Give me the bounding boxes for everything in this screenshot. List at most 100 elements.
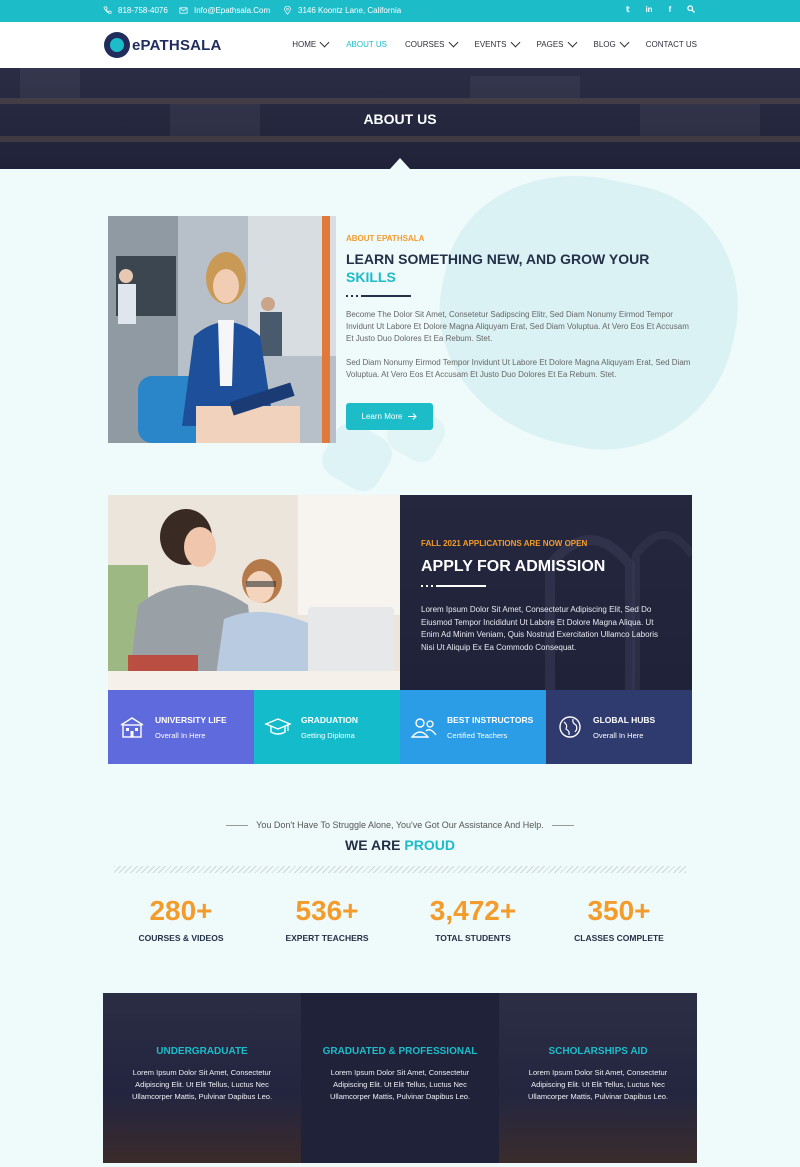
stat-teachers: 536+ EXPERT TEACHERS bbox=[252, 895, 402, 943]
chevron-down-icon bbox=[319, 37, 330, 48]
proud-subtitle-text: You Don't Have To Struggle Alone, You've… bbox=[256, 820, 544, 830]
nav-about-us[interactable]: ABOUT US bbox=[346, 40, 387, 49]
program-scholarships-aid[interactable]: SCHOLARSHIPS AID Lorem Ipsum Dolor Sit A… bbox=[499, 993, 697, 1163]
nav-courses-label: COURSES bbox=[404, 40, 445, 49]
site-logo[interactable]: ePATHSALA bbox=[104, 32, 222, 58]
stat-label: EXPERT TEACHERS bbox=[285, 933, 369, 943]
about-heading: LEARN SOMETHING NEW, AND GROW YOUR SKILL… bbox=[346, 250, 686, 286]
nav-home[interactable]: HOME bbox=[292, 37, 330, 49]
nav-courses[interactable]: COURSES bbox=[404, 37, 458, 49]
twitter-icon[interactable]: 𝕥 bbox=[623, 5, 633, 15]
feature-subtitle: Getting Diploma bbox=[301, 730, 355, 740]
stat-label: COURSES & VIDEOS bbox=[138, 933, 224, 943]
stat-number: 536+ bbox=[295, 895, 359, 926]
phone-icon bbox=[103, 6, 112, 14]
nav-about-us-label: ABOUT US bbox=[346, 40, 387, 49]
about-paragraph-2: Sed Diam Nonumy Eirmod Tempor Invidunt U… bbox=[346, 358, 691, 379]
teacher-illustration bbox=[108, 216, 336, 443]
proud-subtitle: You Don't Have To Struggle Alone, You've… bbox=[0, 820, 800, 830]
phone-contact[interactable]: 818-758-4076 bbox=[103, 6, 168, 15]
admission-divider-line bbox=[436, 585, 486, 587]
social-links: 𝕥 in f bbox=[623, 5, 696, 15]
nav-blog[interactable]: BLOG bbox=[593, 37, 630, 49]
program-text: Lorem Ipsum Dolor Sit Amet, Consectetur … bbox=[329, 1068, 471, 1101]
program-title: SCHOLARSHIPS AID bbox=[548, 1046, 648, 1057]
facebook-icon[interactable]: f bbox=[665, 5, 675, 15]
about-paragraph-1: Become The Dolor Sit Amet, Consetetur Sa… bbox=[346, 310, 689, 343]
nav-events-label: EVENTS bbox=[474, 40, 507, 49]
university-icon bbox=[120, 717, 144, 738]
admission-text: Lorem Ipsum Dolor Sit Amet, Consectetur … bbox=[421, 605, 658, 652]
mother-child-illustration bbox=[108, 495, 400, 690]
program-title: GRADUATED & PROFESSIONAL bbox=[322, 1046, 478, 1057]
admission-heading: APPLY FOR ADMISSION bbox=[421, 558, 606, 575]
linkedin-icon[interactable]: in bbox=[644, 5, 654, 15]
learn-more-button[interactable]: Learn More bbox=[346, 403, 433, 430]
feature-global-hubs[interactable]: GLOBAL HUBS Overall In Here bbox=[546, 690, 692, 764]
feature-graduation[interactable]: GRADUATION Getting Diploma bbox=[254, 690, 400, 764]
about-kicker: ABOUT EPATHSALA bbox=[346, 234, 425, 243]
stat-number: 280+ bbox=[149, 895, 213, 926]
search-icon[interactable] bbox=[686, 5, 696, 15]
logo-text: ePATHSALA bbox=[132, 36, 222, 54]
proud-heading: WE ARE PROUD bbox=[0, 837, 800, 853]
page-title: ABOUT US bbox=[363, 111, 437, 127]
address-contact: 3146 Koontz Lane, California bbox=[283, 6, 401, 15]
address-text: 3146 Koontz Lane, California bbox=[298, 6, 402, 15]
chevron-down-icon bbox=[510, 37, 520, 48]
feature-subtitle: Certified Teachers bbox=[447, 730, 508, 740]
chevron-down-icon bbox=[567, 37, 577, 48]
feature-subtitle: Overall In Here bbox=[155, 730, 206, 740]
feature-title: UNIVERSITY LIFE bbox=[155, 714, 227, 725]
admission-panel bbox=[400, 495, 692, 690]
feature-title: GLOBAL HUBS bbox=[593, 714, 656, 725]
email-text: Info@Epathsala.Com bbox=[194, 6, 271, 15]
chevron-down-icon bbox=[448, 37, 458, 48]
proud-heading-highlight: PROUD bbox=[404, 837, 455, 853]
nav-contact-us-label: CONTACT US bbox=[645, 40, 697, 49]
top-bar: 818-758-4076 Info@Epathsala.Com 3146 Koo… bbox=[0, 0, 800, 22]
learn-more-label: Learn More bbox=[361, 412, 403, 421]
stat-number: 350+ bbox=[587, 895, 651, 926]
main-nav: HOME ABOUT US COURSES EVENTS PAGES BLOG … bbox=[292, 37, 697, 49]
mail-icon bbox=[179, 7, 188, 14]
subtitle-line-right bbox=[551, 825, 574, 827]
program-undergraduate[interactable]: UNDERGRADUATE Lorem Ipsum Dolor Sit Amet… bbox=[103, 993, 301, 1163]
about-photo bbox=[108, 216, 336, 443]
feature-best-instructors[interactable]: BEST INSTRUCTORS Certified Teachers bbox=[400, 690, 546, 764]
title-divider-dots bbox=[346, 295, 358, 297]
nav-blog-label: BLOG bbox=[593, 40, 616, 49]
program-graduated-professional[interactable]: GRADUATED & PROFESSIONAL Lorem Ipsum Dol… bbox=[301, 993, 499, 1163]
stat-classes: 350+ CLASSES COMPLETE bbox=[544, 895, 694, 943]
title-divider-line bbox=[361, 295, 411, 297]
subtitle-line-left bbox=[226, 825, 249, 827]
feature-university-life[interactable]: UNIVERSITY LIFE Overall In Here bbox=[108, 690, 254, 764]
stat-students: 3,472+ TOTAL STUDENTS bbox=[398, 895, 548, 943]
library-background bbox=[545, 531, 692, 690]
location-pin-icon bbox=[284, 6, 291, 15]
about-heading-main: LEARN SOMETHING NEW, AND GROW YOUR bbox=[346, 251, 650, 267]
about-heading-highlight: SKILLS bbox=[346, 269, 396, 285]
phone-text: 818-758-4076 bbox=[118, 6, 168, 15]
stat-label: CLASSES COMPLETE bbox=[574, 933, 664, 943]
email-contact[interactable]: Info@Epathsala.Com bbox=[179, 6, 270, 15]
admission-divider-dots bbox=[421, 585, 433, 587]
hero-shelf bbox=[0, 136, 800, 142]
nav-events[interactable]: EVENTS bbox=[474, 37, 520, 49]
nav-home-label: HOME bbox=[292, 40, 317, 49]
programs-section: UNDERGRADUATE Lorem Ipsum Dolor Sit Amet… bbox=[103, 993, 697, 1163]
admission-kicker: FALL 2021 APPLICATIONS ARE NOW OPEN bbox=[421, 539, 588, 548]
chevron-down-icon bbox=[619, 37, 630, 48]
nav-pages[interactable]: PAGES bbox=[537, 37, 577, 49]
feature-title: BEST INSTRUCTORS bbox=[447, 714, 534, 725]
hero-notch bbox=[390, 158, 410, 169]
striped-divider bbox=[114, 866, 686, 873]
graduation-cap-icon bbox=[264, 718, 292, 735]
site-header: ePATHSALA HOME ABOUT US COURSES EVENTS P… bbox=[0, 22, 800, 68]
stat-label: TOTAL STUDENTS bbox=[435, 933, 511, 943]
page-hero-banner: ABOUT US bbox=[0, 68, 800, 169]
feature-subtitle: Overall In Here bbox=[593, 730, 644, 740]
nav-contact-us[interactable]: CONTACT US bbox=[646, 40, 697, 49]
instructors-icon bbox=[410, 718, 437, 738]
arrow-right-icon bbox=[408, 413, 418, 420]
